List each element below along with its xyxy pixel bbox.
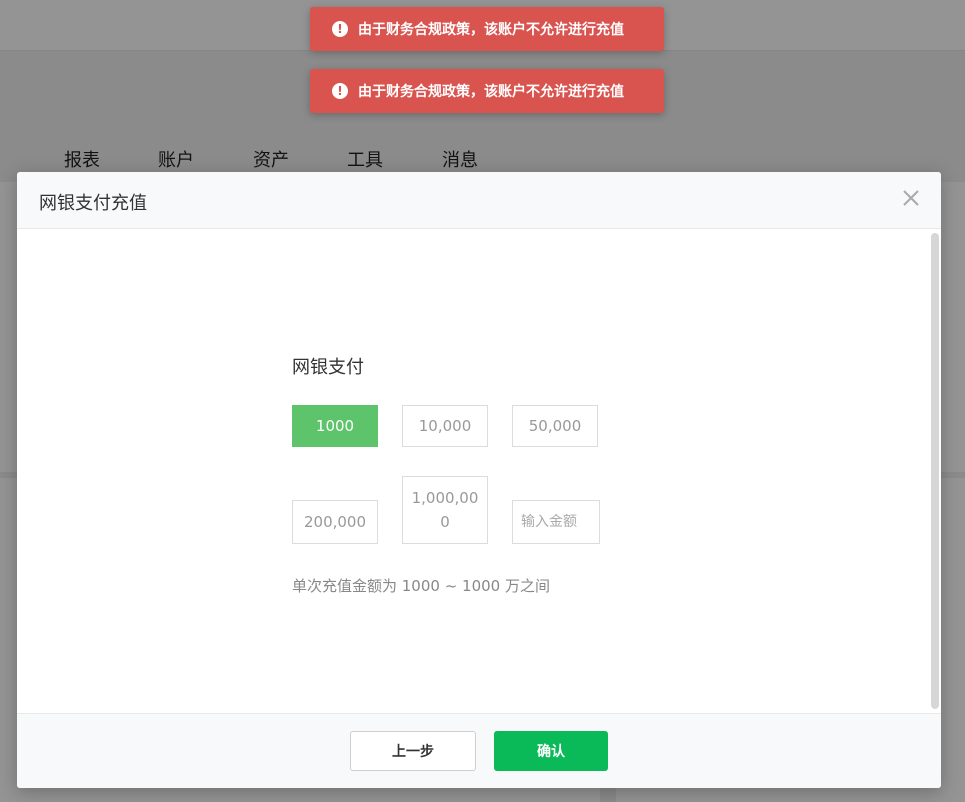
error-toast: ! 由于财务合规政策，该账户不允许进行充值 <box>310 69 664 113</box>
amount-option-1000[interactable]: 1000 <box>292 405 378 447</box>
close-icon[interactable] <box>901 188 921 208</box>
exclamation-icon: ! <box>332 21 348 37</box>
modal-scrollbar[interactable] <box>931 233 939 709</box>
confirm-button[interactable]: 确认 <box>494 731 608 771</box>
scrollbar-thumb[interactable] <box>931 233 939 709</box>
modal-title: 网银支付充值 <box>39 193 147 214</box>
amount-option-1000000[interactable]: 1,000,000 <box>402 476 488 544</box>
amount-option-10000[interactable]: 10,000 <box>402 405 488 447</box>
previous-step-button[interactable]: 上一步 <box>350 731 476 771</box>
amount-option-200000[interactable]: 200,000 <box>292 500 378 544</box>
modal-footer: 上一步 确认 <box>17 713 941 788</box>
error-toast: ! 由于财务合规政策，该账户不允许进行充值 <box>310 7 664 51</box>
exclamation-icon: ! <box>332 83 348 99</box>
toast-message: 由于财务合规政策，该账户不允许进行充值 <box>358 22 624 38</box>
recharge-modal: 网银支付充值 网银支付 1000 10,000 50,000 200,000 1… <box>17 172 941 788</box>
amount-range-hint: 单次充值金额为 1000 ~ 1000 万之间 <box>292 577 550 595</box>
modal-header: 网银支付充值 <box>17 172 941 229</box>
section-title: 网银支付 <box>292 357 364 378</box>
toast-message: 由于财务合规政策，该账户不允许进行充值 <box>358 84 624 100</box>
modal-body: 网银支付 1000 10,000 50,000 200,000 1,000,00… <box>17 229 941 713</box>
custom-amount-input[interactable] <box>512 500 600 544</box>
amount-option-50000[interactable]: 50,000 <box>512 405 598 447</box>
